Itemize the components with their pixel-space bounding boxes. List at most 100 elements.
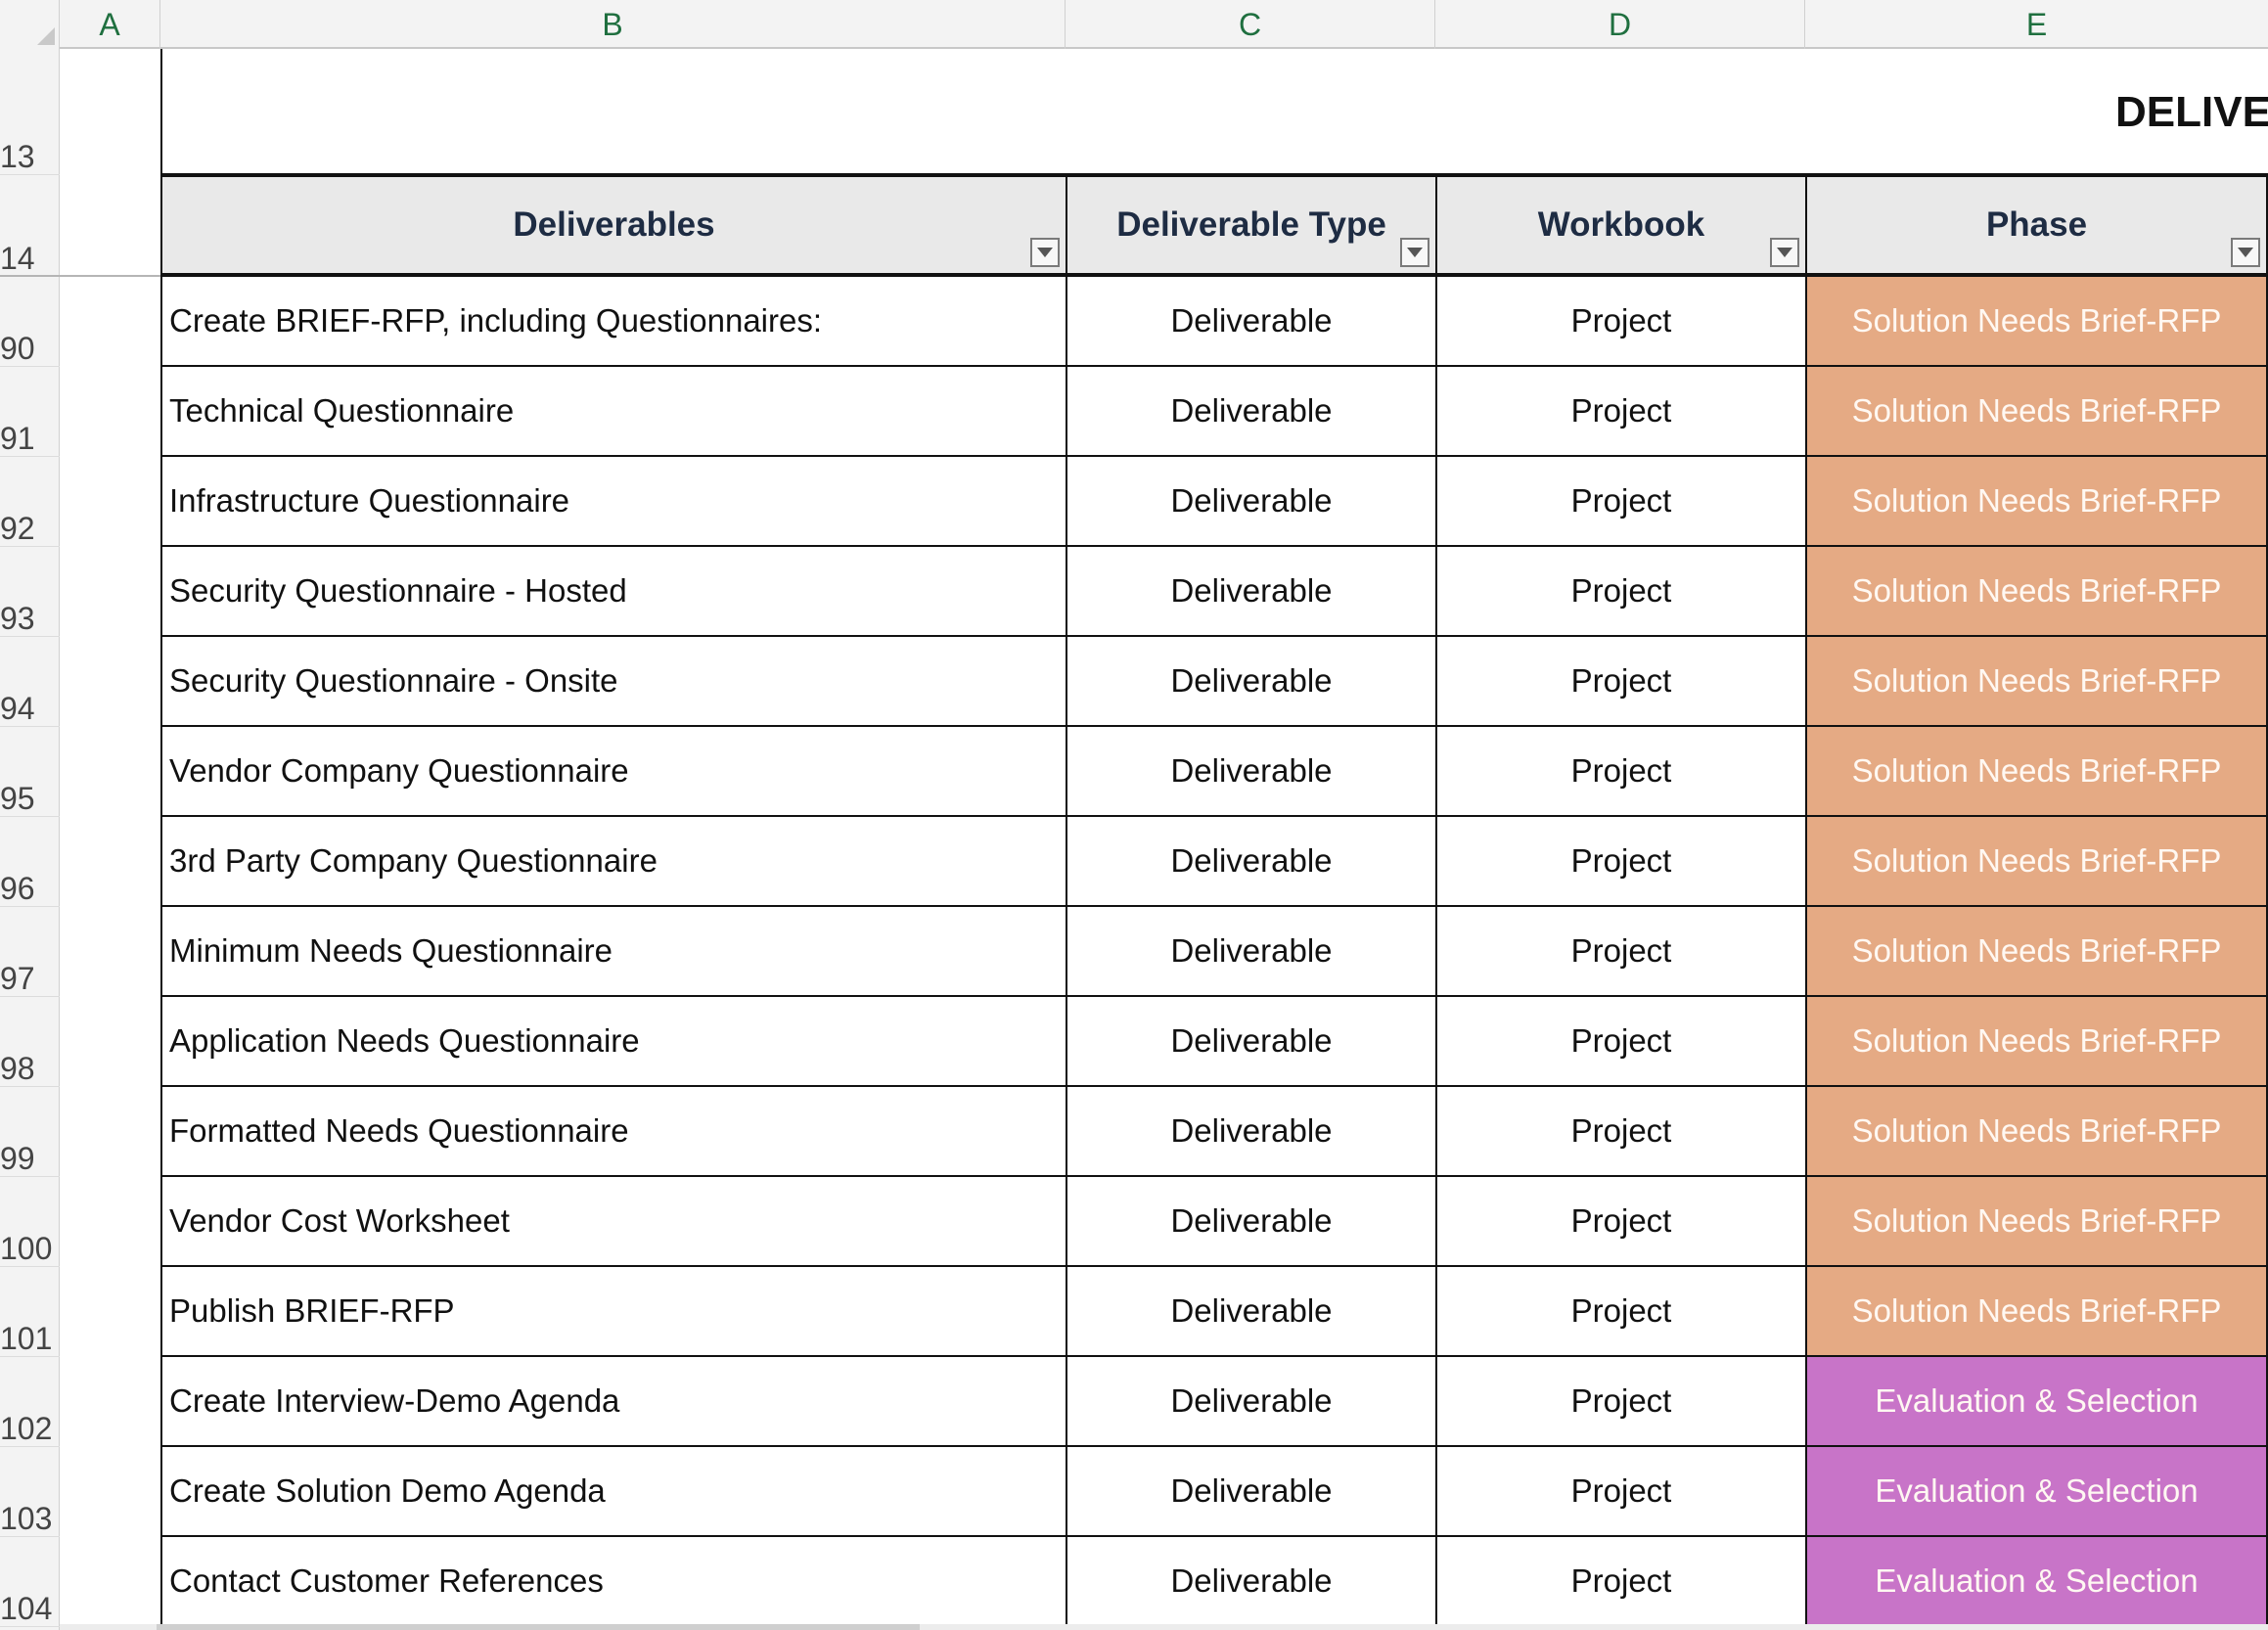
cell-deliverable-type[interactable]: Deliverable <box>1066 1177 1435 1267</box>
dropdown-arrow-icon <box>1037 248 1053 257</box>
cell-workbook[interactable]: Project <box>1435 997 1805 1087</box>
cell-deliverable-type[interactable]: Deliverable <box>1066 817 1435 907</box>
row-header[interactable]: 92 <box>0 457 60 547</box>
filter-dropdown-deliverable-type[interactable] <box>1400 238 1429 267</box>
row-header[interactable]: 96 <box>0 817 60 907</box>
row-number: 95 <box>0 781 35 816</box>
cell-phase[interactable]: Solution Needs Brief-RFP <box>1805 1087 2268 1177</box>
row-header[interactable]: 94 <box>0 637 60 727</box>
cell-workbook[interactable]: Project <box>1435 727 1805 817</box>
filter-dropdown-deliverables[interactable] <box>1030 238 1060 267</box>
row-number: 103 <box>0 1501 53 1536</box>
cell-deliverable-type[interactable]: Deliverable <box>1066 727 1435 817</box>
row-header[interactable]: 104 <box>0 1537 60 1627</box>
cell-workbook[interactable]: Project <box>1435 907 1805 997</box>
row-number: 14 <box>0 241 35 276</box>
column-header-b[interactable]: B <box>160 0 1066 49</box>
row-header[interactable]: 100 <box>0 1177 60 1267</box>
cell-workbook[interactable]: Project <box>1435 637 1805 727</box>
cell-phase[interactable]: Solution Needs Brief-RFP <box>1805 1177 2268 1267</box>
cell-deliverable[interactable]: 3rd Party Company Questionnaire <box>160 817 1066 907</box>
cell-workbook[interactable]: Project <box>1435 367 1805 457</box>
cell-deliverable-type[interactable]: Deliverable <box>1066 457 1435 547</box>
cell-workbook[interactable]: Project <box>1435 1357 1805 1447</box>
cell-deliverable-type[interactable]: Deliverable <box>1066 1357 1435 1447</box>
cell-deliverable[interactable]: Security Questionnaire - Hosted <box>160 547 1066 637</box>
cell-deliverable-type[interactable]: Deliverable <box>1066 907 1435 997</box>
select-all-corner[interactable] <box>0 0 60 49</box>
filter-dropdown-workbook[interactable] <box>1770 238 1799 267</box>
row-header[interactable]: 91 <box>0 367 60 457</box>
cell-deliverable[interactable]: Vendor Company Questionnaire <box>160 727 1066 817</box>
cell-phase[interactable]: Solution Needs Brief-RFP <box>1805 907 2268 997</box>
column-header-a[interactable]: A <box>60 0 160 49</box>
row-header[interactable]: 99 <box>0 1087 60 1177</box>
cell-workbook[interactable]: Project <box>1435 1537 1805 1627</box>
header-deliverables[interactable]: Deliverables <box>160 175 1066 277</box>
cell-workbook[interactable]: Project <box>1435 1267 1805 1357</box>
cell-workbook[interactable]: Project <box>1435 547 1805 637</box>
cell-phase[interactable]: Solution Needs Brief-RFP <box>1805 727 2268 817</box>
cell-deliverable[interactable]: Formatted Needs Questionnaire <box>160 1087 1066 1177</box>
horizontal-scrollbar-thumb[interactable] <box>157 1624 920 1630</box>
cell-workbook[interactable]: Project <box>1435 277 1805 367</box>
cell-deliverable[interactable]: Create Interview-Demo Agenda <box>160 1357 1066 1447</box>
cell-deliverable-type[interactable]: Deliverable <box>1066 1537 1435 1627</box>
cell-deliverable[interactable]: Security Questionnaire - Onsite <box>160 637 1066 727</box>
cell-deliverable-type[interactable]: Deliverable <box>1066 367 1435 457</box>
row-header[interactable]: 90 <box>0 277 60 367</box>
row-header[interactable]: 102 <box>0 1357 60 1447</box>
cell-phase[interactable]: Solution Needs Brief-RFP <box>1805 457 2268 547</box>
cell-workbook[interactable]: Project <box>1435 1447 1805 1537</box>
cell-phase[interactable]: Solution Needs Brief-RFP <box>1805 637 2268 727</box>
filter-dropdown-phase[interactable] <box>2231 238 2260 267</box>
cell-deliverable[interactable]: Contact Customer References <box>160 1537 1066 1627</box>
cell-deliverable[interactable]: Application Needs Questionnaire <box>160 997 1066 1087</box>
header-deliverables-label: Deliverables <box>513 205 715 244</box>
row-number: 101 <box>0 1321 53 1356</box>
title-merged-cell[interactable] <box>160 49 2268 175</box>
header-workbook[interactable]: Workbook <box>1435 175 1805 277</box>
cell-workbook[interactable]: Project <box>1435 1087 1805 1177</box>
cell-deliverable[interactable]: Create BRIEF-RFP, including Questionnair… <box>160 277 1066 367</box>
cell-phase[interactable]: Evaluation & Selection <box>1805 1357 2268 1447</box>
cell-phase[interactable]: Evaluation & Selection <box>1805 1447 2268 1537</box>
cell-deliverable-type[interactable]: Deliverable <box>1066 547 1435 637</box>
row-header[interactable]: 14 <box>0 175 60 277</box>
cell-deliverable-type[interactable]: Deliverable <box>1066 1267 1435 1357</box>
row-header[interactable]: 97 <box>0 907 60 997</box>
header-phase[interactable]: Phase <box>1805 175 2268 277</box>
row-header[interactable]: 101 <box>0 1267 60 1357</box>
cell-workbook[interactable]: Project <box>1435 817 1805 907</box>
row-header[interactable]: 103 <box>0 1447 60 1537</box>
column-header-d[interactable]: D <box>1435 0 1805 49</box>
cell-deliverable-type[interactable]: Deliverable <box>1066 1087 1435 1177</box>
cell-phase[interactable]: Solution Needs Brief-RFP <box>1805 547 2268 637</box>
cell-deliverable[interactable]: Create Solution Demo Agenda <box>160 1447 1066 1537</box>
cell-deliverable-type[interactable]: Deliverable <box>1066 1447 1435 1537</box>
row-header[interactable]: 95 <box>0 727 60 817</box>
row-header[interactable]: 13 <box>0 49 60 175</box>
header-phase-label: Phase <box>1985 205 2088 244</box>
row-header[interactable]: 93 <box>0 547 60 637</box>
cell-deliverable-type[interactable]: Deliverable <box>1066 277 1435 367</box>
cell-workbook[interactable]: Project <box>1435 457 1805 547</box>
cell-phase[interactable]: Solution Needs Brief-RFP <box>1805 367 2268 457</box>
cell-deliverable[interactable]: Technical Questionnaire <box>160 367 1066 457</box>
cell-deliverable[interactable]: Publish BRIEF-RFP <box>160 1267 1066 1357</box>
cell-deliverable[interactable]: Minimum Needs Questionnaire <box>160 907 1066 997</box>
cell-workbook[interactable]: Project <box>1435 1177 1805 1267</box>
cell-deliverable[interactable]: Infrastructure Questionnaire <box>160 457 1066 547</box>
cell-deliverable-type[interactable]: Deliverable <box>1066 997 1435 1087</box>
cell-phase[interactable]: Evaluation & Selection <box>1805 1537 2268 1627</box>
cell-phase[interactable]: Solution Needs Brief-RFP <box>1805 997 2268 1087</box>
header-deliverable-type[interactable]: Deliverable Type <box>1066 175 1435 277</box>
cell-phase[interactable]: Solution Needs Brief-RFP <box>1805 277 2268 367</box>
column-header-e[interactable]: E <box>1805 0 2268 49</box>
column-header-c[interactable]: C <box>1066 0 1435 49</box>
cell-deliverable[interactable]: Vendor Cost Worksheet <box>160 1177 1066 1267</box>
cell-phase[interactable]: Solution Needs Brief-RFP <box>1805 1267 2268 1357</box>
cell-phase[interactable]: Solution Needs Brief-RFP <box>1805 817 2268 907</box>
row-header[interactable]: 98 <box>0 997 60 1087</box>
cell-deliverable-type[interactable]: Deliverable <box>1066 637 1435 727</box>
